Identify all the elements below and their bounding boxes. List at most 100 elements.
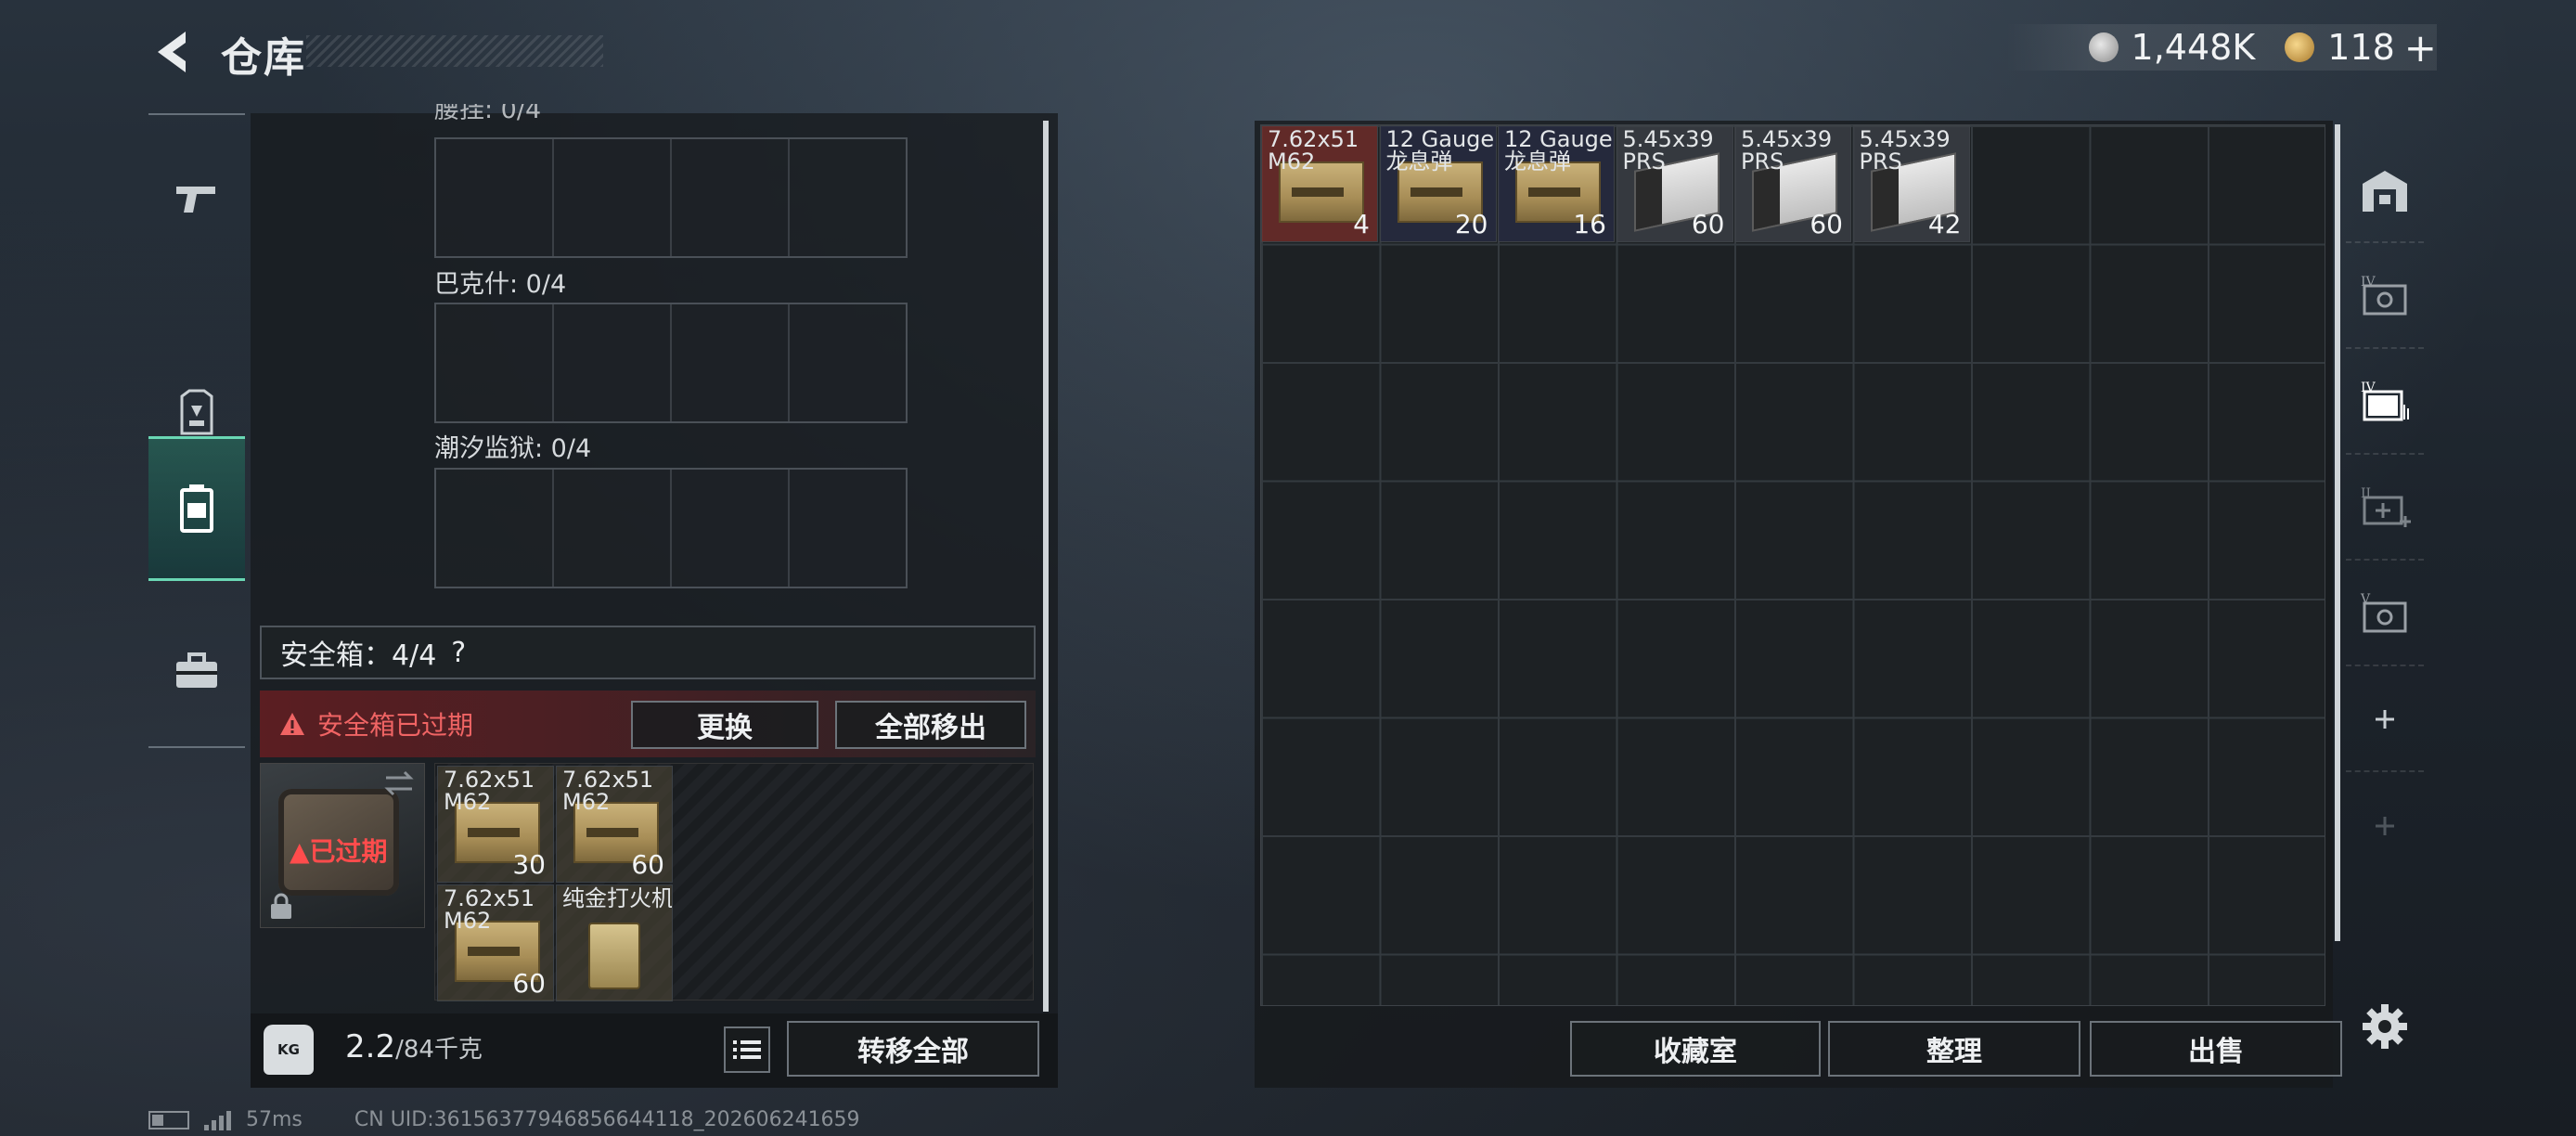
item-count: 60 (1810, 209, 1843, 239)
rail-item-toolbox[interactable] (148, 620, 245, 722)
storage-box-iv-active-icon: IV (2361, 381, 2409, 421)
title-decoration (306, 35, 603, 67)
item-name: 5.45x39 PRS (1741, 126, 1833, 174)
transfer-all-button[interactable]: 转移全部 (787, 1021, 1039, 1077)
svg-text:IV: IV (2361, 275, 2376, 290)
sort-button[interactable]: 整理 (1828, 1021, 2080, 1077)
warehouse-item[interactable]: 12 Gauge 龙息弹 20 (1379, 125, 1497, 242)
replace-button[interactable]: 更换 (631, 701, 818, 749)
settings-button[interactable] (2359, 1000, 2411, 1056)
slot-grid-tidal-prison[interactable] (434, 468, 908, 588)
gear-icon (2363, 1004, 2407, 1049)
empty-slot[interactable] (790, 304, 906, 421)
safe-item[interactable]: 7.62x51 M62 30 (437, 766, 554, 883)
safe-item[interactable]: 纯金打火机 (556, 884, 673, 1001)
empty-slot[interactable] (554, 139, 672, 256)
warehouse-grid[interactable]: 7.62x51 M62 4 12 Gauge 龙息弹 20 12 Gauge 龙… (1260, 124, 2325, 1006)
item-name: 12 Gauge 龙息弹 (1504, 126, 1613, 174)
container-tab-4[interactable]: IV (2346, 245, 2424, 349)
silver-coin-icon (2088, 32, 2119, 62)
slot-grid-bakshi[interactable] (434, 303, 908, 423)
gold-coin-icon (2285, 32, 2315, 62)
case-expired-label: ▲已过期 (290, 836, 388, 867)
container-tab-4-active[interactable]: IV (2346, 351, 2424, 455)
slot-grid-1[interactable] (434, 137, 908, 258)
item-name: 7.62x51 M62 (1268, 126, 1359, 174)
add-currency-button[interactable]: + (2404, 25, 2437, 71)
help-icon[interactable]: ? (451, 637, 466, 669)
currency-bar: 1,448K 118 + (2004, 24, 2437, 71)
item-name: 7.62x51 M62 (444, 767, 535, 815)
svg-text:IV: IV (2361, 381, 2376, 395)
slot-label-tidal-prison: 潮汐监狱: 0/4 (434, 434, 592, 463)
safe-item[interactable]: 7.62x51 M62 60 (556, 766, 673, 883)
item-name: 纯金打火机 (562, 885, 673, 911)
safe-item[interactable]: 7.62x51 M62 60 (437, 884, 554, 1001)
empty-slot[interactable] (672, 304, 790, 421)
warehouse-item[interactable]: 12 Gauge 龙息弹 16 (1498, 125, 1615, 242)
container-tab-2-add[interactable]: II (2346, 457, 2424, 561)
weight-current: 2.2 (345, 1028, 396, 1065)
inventory-scrollbar[interactable] (1043, 121, 1049, 1012)
ping-readout: 57ms (246, 1108, 303, 1131)
battery-icon (148, 1110, 189, 1130)
back-button[interactable] (148, 26, 200, 78)
empty-slot[interactable] (436, 470, 554, 587)
item-count: 16 (1573, 209, 1606, 239)
item-name: 7.62x51 M62 (562, 767, 654, 815)
move-all-out-button[interactable]: 全部移出 (835, 701, 1026, 749)
empty-slot[interactable] (554, 470, 672, 587)
toolbox-icon (176, 652, 217, 688)
warehouse-item[interactable]: 5.45x39 PRS 60 (1734, 125, 1851, 242)
weight-max: /84千克 (395, 1036, 483, 1064)
add-container-button[interactable] (2346, 668, 2424, 772)
pistol-icon (176, 187, 215, 213)
slot-label-bakshi: 巴克什: 0/4 (434, 270, 567, 299)
storage-box-add-icon: II (2361, 486, 2411, 527)
weight-readout: 2.2/84千克 (345, 1028, 483, 1065)
page-title: 仓库 (221, 34, 306, 82)
swap-icon[interactable] (382, 770, 416, 800)
item-count: 30 (512, 849, 546, 880)
vest-icon (180, 389, 213, 435)
vault-icon (2363, 171, 2407, 212)
warehouse-item[interactable]: 5.45x39 PRS 42 (1852, 125, 1970, 242)
silver-amount: 1,448K (2131, 27, 2256, 68)
plus-icon (2376, 710, 2394, 729)
collection-room-button[interactable]: 收藏室 (1570, 1021, 1821, 1077)
item-count: 60 (512, 968, 546, 999)
empty-slot[interactable] (436, 304, 554, 421)
category-rail (148, 113, 245, 748)
item-name: 5.45x39 PRS (1859, 126, 1951, 174)
empty-slot[interactable] (672, 470, 790, 587)
lock-icon (269, 893, 293, 924)
item-count: 42 (1927, 209, 1962, 239)
safe-box-header: 安全箱：4/4 ? (260, 626, 1036, 679)
rail-item-weapons[interactable] (148, 148, 245, 251)
empty-slot[interactable] (436, 139, 554, 256)
item-count: 60 (1691, 209, 1725, 239)
signal-icon (204, 1110, 231, 1130)
lighter-image (588, 923, 640, 989)
add-container-disabled (2346, 774, 2424, 878)
rail-item-backpack[interactable] (148, 436, 245, 581)
warehouse-item[interactable]: 7.62x51 M62 4 (1261, 125, 1378, 242)
status-bar: 57ms CN UID:36156377946856644118_2026062… (148, 1108, 860, 1131)
warehouse-item[interactable]: 5.45x39 PRS 60 (1616, 125, 1733, 242)
container-tab-home[interactable] (2346, 139, 2424, 243)
expired-notice: 安全箱已过期 (317, 710, 474, 741)
backpack-icon (180, 484, 213, 533)
warehouse-scrollbar[interactable] (2335, 124, 2340, 941)
list-view-button[interactable] (724, 1026, 770, 1073)
empty-slot[interactable] (790, 470, 906, 587)
empty-slot[interactable] (672, 139, 790, 256)
item-name: 5.45x39 PRS (1622, 126, 1714, 174)
empty-slot[interactable] (554, 304, 672, 421)
item-name: 12 Gauge 龙息弹 (1385, 126, 1495, 174)
empty-slot[interactable] (790, 139, 906, 256)
slot-label-clipped: 腰挂: 0/4 (434, 104, 542, 124)
weight-icon: KG (264, 1025, 314, 1075)
sell-button[interactable]: 出售 (2090, 1021, 2342, 1077)
container-tab-5[interactable]: V (2346, 562, 2424, 666)
storage-box-iv-icon: IV (2361, 275, 2407, 316)
